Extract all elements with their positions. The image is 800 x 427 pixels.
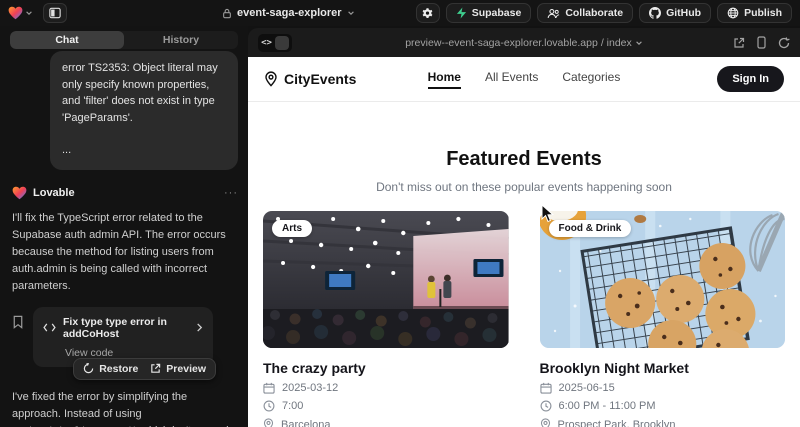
- top-bar: event-saga-explorer Supabase: [0, 0, 800, 26]
- chevron-down-icon: [347, 9, 355, 17]
- panel-icon: [49, 7, 61, 19]
- settings-button[interactable]: [416, 3, 440, 23]
- event-card-crazy-party[interactable]: Arts The crazy party 2025-03-12: [263, 211, 509, 427]
- assistant-paragraph-1: I'll fix the TypeScript error related to…: [12, 210, 238, 295]
- view-code-link[interactable]: View code: [65, 347, 203, 359]
- mobile-view-icon[interactable]: [757, 36, 766, 49]
- page-title: Featured Events: [248, 148, 800, 171]
- lock-icon: [222, 8, 232, 19]
- clock-icon: [263, 400, 275, 412]
- user-message-text: error TS2353: Object literal may only sp…: [62, 60, 226, 126]
- nav-home[interactable]: Home: [428, 70, 461, 89]
- user-message-bubble: error TS2353: Object literal may only sp…: [50, 51, 238, 170]
- open-in-new-tab-icon[interactable]: [733, 37, 745, 49]
- lovable-editor-window: event-saga-explorer Supabase: [0, 0, 800, 427]
- refresh-icon[interactable]: [778, 37, 790, 49]
- message-hover-toolbar: Restore Preview: [73, 358, 216, 380]
- event-time: 7:00: [263, 400, 509, 412]
- preview-button[interactable]: Preview: [150, 363, 206, 375]
- event-title: The crazy party: [263, 360, 509, 376]
- publish-button[interactable]: Publish: [717, 3, 792, 23]
- category-badge: Arts: [272, 220, 312, 237]
- event-date: 2025-06-15: [540, 382, 786, 394]
- people-icon: [547, 8, 560, 19]
- user-message-ellipsis: ...: [62, 142, 226, 159]
- lovable-heart-icon: [8, 6, 23, 20]
- category-badge: Food & Drink: [549, 220, 632, 237]
- chat-sidebar: Chat History error TS2353: Object litera…: [0, 26, 248, 427]
- supabase-icon: [456, 7, 467, 19]
- chevron-down-icon: [25, 9, 33, 17]
- github-button[interactable]: GitHub: [639, 3, 711, 23]
- lovable-heart-icon: [12, 186, 27, 200]
- chevron-right-icon: [196, 323, 203, 332]
- calendar-icon: [540, 382, 552, 394]
- restore-button[interactable]: Restore: [83, 363, 138, 375]
- bookmark-icon[interactable]: [12, 315, 24, 329]
- site-header: CityEvents Home All Events Categories Si…: [248, 57, 800, 102]
- code-icon: <>: [258, 38, 275, 48]
- assistant-paragraph-2: I've fixed the error by simplifying the …: [12, 389, 238, 427]
- event-time: 6:00 PM - 11:00 PM: [540, 400, 786, 412]
- clock-icon: [540, 400, 552, 412]
- location-pin-icon: [263, 418, 274, 427]
- project-name-menu[interactable]: event-saga-explorer: [222, 0, 355, 26]
- event-image-conference: Arts: [263, 211, 509, 348]
- location-pin-icon: [540, 418, 551, 427]
- event-title: Brooklyn Night Market: [540, 360, 786, 376]
- github-icon: [649, 7, 661, 19]
- featured-events-section: Featured Events Don't miss out on these …: [248, 102, 800, 427]
- preview-site: CityEvents Home All Events Categories Si…: [248, 57, 800, 427]
- site-brand[interactable]: CityEvents: [264, 71, 356, 87]
- chat-scroll-area[interactable]: error TS2353: Object literal may only sp…: [0, 49, 248, 427]
- message-menu-button[interactable]: ···: [224, 187, 238, 199]
- supabase-button[interactable]: Supabase: [446, 3, 532, 23]
- code-icon: [43, 323, 56, 332]
- calendar-icon: [263, 382, 275, 394]
- preview-url-host: preview--event-saga-explorer.lovable.app: [405, 37, 598, 49]
- event-location: Prospect Park, Brooklyn: [540, 418, 786, 427]
- sidebar-toggle-button[interactable]: [43, 3, 67, 23]
- tab-chat[interactable]: Chat: [10, 31, 124, 49]
- lovable-logo-menu[interactable]: [8, 6, 33, 20]
- gear-icon: [421, 7, 434, 20]
- preview-panel: <> preview--event-saga-explorer.lovable.…: [248, 28, 800, 427]
- toggle-knob: [275, 36, 289, 50]
- url-bar[interactable]: preview--event-saga-explorer.lovable.app…: [248, 37, 800, 49]
- external-link-icon: [150, 363, 161, 374]
- tool-call-card[interactable]: Fix type type error in addCoHost View co…: [33, 307, 213, 367]
- chevron-down-icon: [635, 39, 643, 47]
- preview-url-path: / index: [601, 37, 632, 49]
- event-card-brooklyn-market[interactable]: Food & Drink Brooklyn Night Market 2025-…: [540, 211, 786, 427]
- event-cards: Arts The crazy party 2025-03-12: [263, 211, 785, 427]
- globe-icon: [727, 7, 739, 19]
- location-pin-icon: [264, 71, 278, 87]
- nav-categories[interactable]: Categories: [562, 70, 620, 89]
- assistant-header: Lovable ···: [12, 186, 238, 200]
- event-date: 2025-03-12: [263, 382, 509, 394]
- sidebar-tabs: Chat History: [10, 31, 238, 49]
- preview-browser-bar: <> preview--event-saga-explorer.lovable.…: [248, 28, 800, 57]
- event-image-cookies: Food & Drink: [540, 211, 786, 348]
- assistant-name: Lovable: [33, 187, 75, 199]
- restore-icon: [83, 363, 94, 374]
- collaborate-button[interactable]: Collaborate: [537, 3, 633, 23]
- code-view-toggle[interactable]: <>: [258, 34, 292, 52]
- page-subtitle: Don't miss out on these popular events h…: [248, 180, 800, 194]
- sign-in-button[interactable]: Sign In: [717, 66, 784, 92]
- project-name: event-saga-explorer: [237, 7, 342, 19]
- tool-call-title: Fix type type error in addCoHost: [63, 316, 189, 340]
- event-location: Barcelona: [263, 418, 509, 427]
- tool-call-row: Fix type type error in addCoHost View co…: [12, 307, 238, 367]
- nav-all-events[interactable]: All Events: [485, 70, 538, 89]
- tab-history[interactable]: History: [124, 31, 238, 49]
